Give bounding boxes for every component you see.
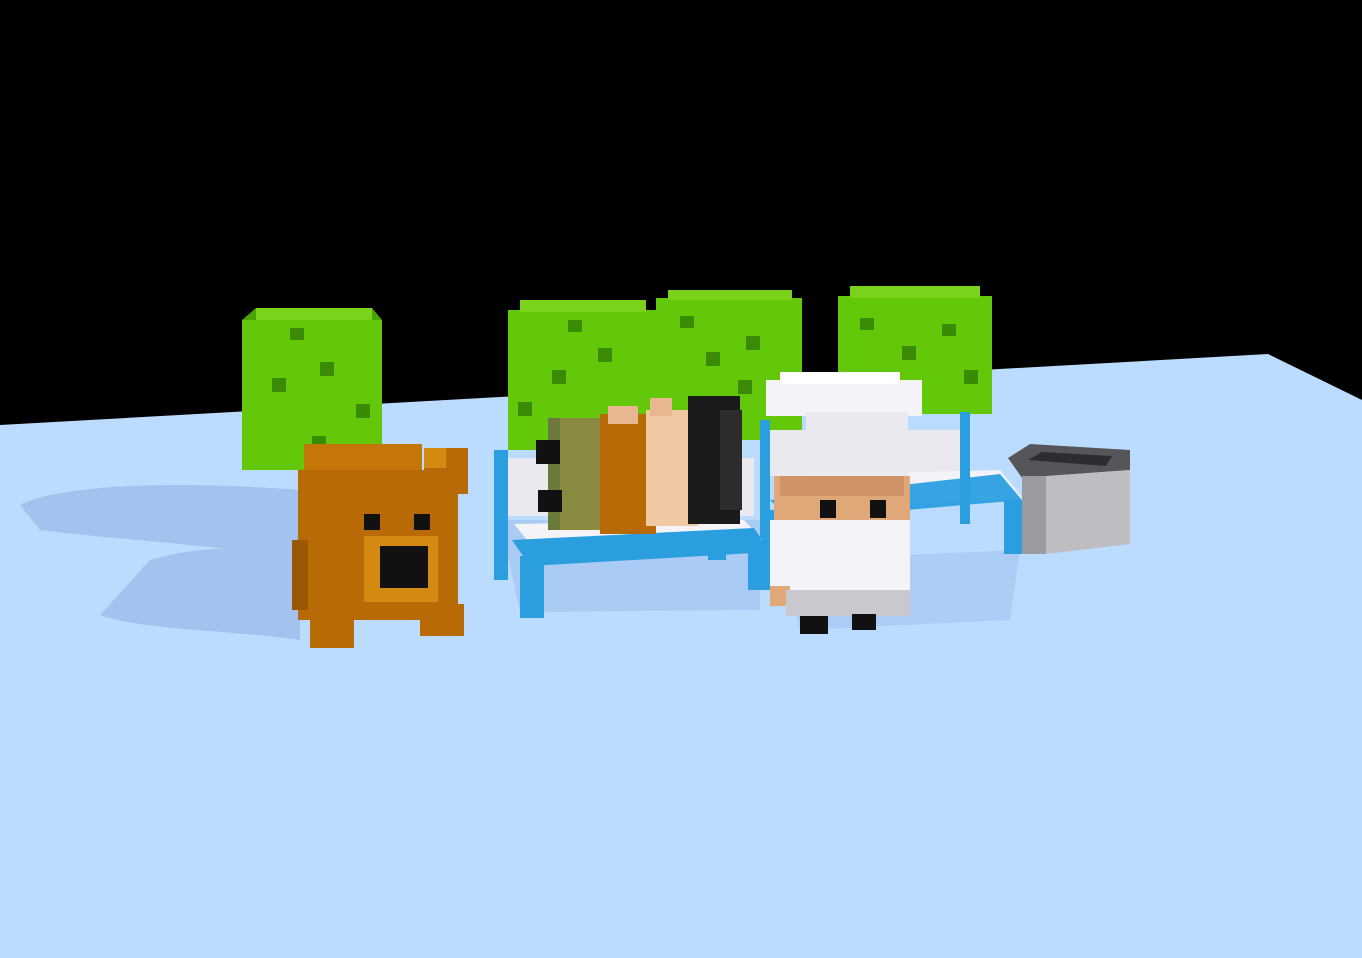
trash-bin[interactable] — [1008, 444, 1130, 554]
bear[interactable] — [292, 444, 468, 648]
game-viewport[interactable] — [0, 0, 1362, 958]
chef[interactable] — [766, 372, 922, 634]
